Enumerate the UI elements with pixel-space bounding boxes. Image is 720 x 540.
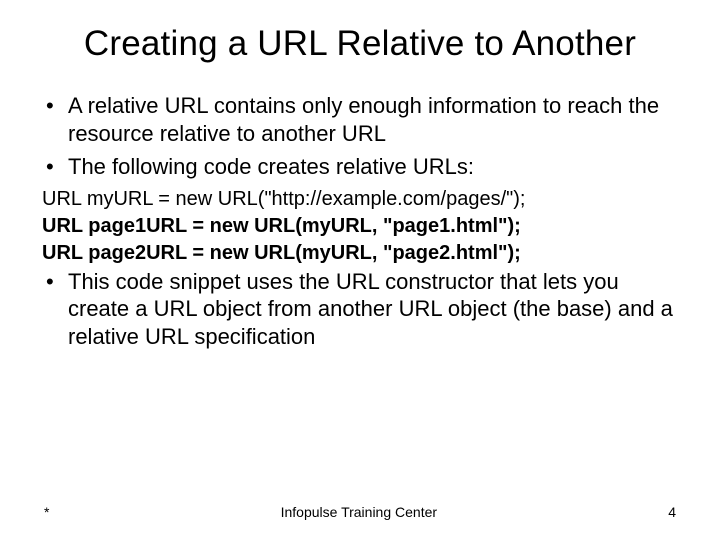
bullet-marker: • [40,153,68,181]
bullet-item: • This code snippet uses the URL constru… [40,268,680,351]
code-line: URL page2URL = new URL(myURL, "page2.htm… [42,241,680,266]
bullet-text: A relative URL contains only enough info… [68,92,680,147]
slide-body: • A relative URL contains only enough in… [40,92,680,350]
footer-center: Infopulse Training Center [49,504,668,520]
bullet-item: • A relative URL contains only enough in… [40,92,680,147]
code-line: URL myURL = new URL("http://example.com/… [42,187,680,212]
bullet-text: The following code creates relative URLs… [68,153,474,181]
bullet-item: • The following code creates relative UR… [40,153,474,181]
slide-footer: * Infopulse Training Center 4 [0,504,720,520]
bullet-marker: • [40,92,68,147]
bullet-marker: • [40,268,68,351]
slide-number: 4 [668,504,676,520]
slide-title: Creating a URL Relative to Another [40,24,680,64]
bullet-text: This code snippet uses the URL construct… [68,268,680,351]
code-line: URL page1URL = new URL(myURL, "page1.htm… [42,214,680,239]
